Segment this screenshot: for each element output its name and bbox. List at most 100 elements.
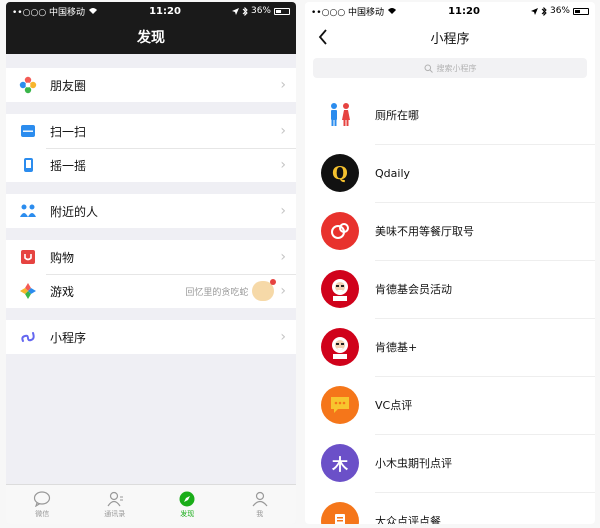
scan-icon [18, 121, 38, 141]
shake-icon [18, 155, 38, 175]
tab-contacts[interactable]: 通讯录 [79, 485, 152, 524]
games-icon [18, 281, 38, 301]
tab-label: 我 [256, 509, 264, 518]
mini-program-icon [18, 327, 38, 347]
battery-percent: 36% [549, 6, 570, 16]
carrier-label: ••○○○ 中国移动 [311, 7, 385, 18]
chevron-right-icon: › [280, 123, 286, 139]
cell-label: 游戏 [50, 284, 75, 299]
mini-program-name: 肯德基+ [375, 341, 418, 354]
status-time: 11:20 [149, 5, 181, 17]
shopping-icon [18, 247, 38, 267]
toilet-logo [321, 96, 359, 134]
moments-icon [18, 75, 38, 95]
group-scan-shake: 扫一扫 › 摇一摇 › [6, 114, 296, 182]
discover-icon [179, 491, 195, 506]
cell-shake[interactable]: 摇一摇 › [6, 148, 296, 182]
chevron-right-icon: › [280, 283, 286, 299]
battery-icon [573, 7, 589, 15]
list-item[interactable]: 肯德基会员活动 [305, 260, 595, 318]
qdaily-logo-text: Q [332, 162, 348, 184]
cell-scan[interactable]: 扫一扫 › [6, 114, 296, 148]
meiwei-logo [321, 212, 359, 250]
list-item[interactable]: 肯德基+ [305, 318, 595, 376]
status-time: 11:20 [448, 5, 480, 17]
nav-bar: 小程序 [305, 20, 595, 54]
cell-games[interactable]: 游戏 回忆里的贪吃蛇 › [6, 274, 296, 308]
vc-logo [321, 386, 359, 424]
cell-shopping[interactable]: 购物 › [6, 240, 296, 274]
screenshot-stage: ••○○○ 中国移动 11:20 36% 发现 朋友圈 › 扫一扫 › 摇一摇 … [0, 0, 600, 528]
mini-program-name: 美味不用等餐厅取号 [375, 225, 474, 238]
chevron-right-icon: › [280, 157, 286, 173]
list-item[interactable]: 厕所在哪 [305, 86, 595, 144]
list-item[interactable]: 美味不用等餐厅取号 [305, 202, 595, 260]
tab-label: 微信 [35, 509, 50, 518]
search-icon [424, 64, 433, 73]
search-input[interactable]: 搜索小程序 [313, 58, 587, 78]
contacts-icon [107, 491, 123, 506]
mini-program-name: VC点评 [375, 399, 413, 412]
discover-screen: ••○○○ 中国移动 11:20 36% 发现 朋友圈 › 扫一扫 › 摇一摇 … [6, 2, 296, 524]
list-item[interactable]: 大众点评点餐 [305, 492, 595, 524]
cell-mini-program[interactable]: 小程序 › [6, 320, 296, 354]
nav-bar: 发现 [6, 20, 296, 54]
mini-program-name: 肯德基会员活动 [375, 283, 452, 296]
xiaomuchong-logo: 木 [321, 444, 359, 482]
chevron-right-icon: › [280, 329, 286, 345]
cell-label: 朋友圈 [50, 78, 87, 93]
tab-bar: 微信 通讯录 发现 我 [6, 484, 296, 524]
carrier-label: ••○○○ 中国移动 [12, 7, 86, 18]
group-shop-games: 购物 › 游戏 回忆里的贪吃蛇 › [6, 240, 296, 308]
kfc-logo [321, 270, 359, 308]
list-item[interactable]: VC点评 [305, 376, 595, 434]
search-placeholder: 搜索小程序 [436, 63, 477, 73]
battery-percent: 36% [250, 6, 271, 16]
back-arrow-icon[interactable] [313, 27, 333, 47]
chats-icon [34, 490, 51, 507]
location-icon [231, 7, 239, 15]
mini-program-screen: ••○○○ 中国移动 11:20 36% 小程序 搜索小程序 厕所在哪 Q Qd… [305, 2, 595, 524]
cell-moments[interactable]: 朋友圈 › [6, 68, 296, 102]
cell-label: 小程序 [50, 330, 87, 345]
status-bar: ••○○○ 中国移动 11:20 36% [305, 2, 595, 20]
battery-icon [274, 7, 290, 15]
cell-label: 扫一扫 [50, 124, 87, 139]
group-nearby: 附近的人 › [6, 194, 296, 228]
tab-discover[interactable]: 发现 [151, 485, 224, 524]
search-area: 搜索小程序 [305, 54, 595, 86]
status-bar: ••○○○ 中国移动 11:20 36% [6, 2, 296, 20]
group-moments: 朋友圈 › [6, 68, 296, 102]
chevron-right-icon: › [280, 203, 286, 219]
page-title: 小程序 [430, 31, 470, 47]
chevron-right-icon: › [280, 77, 286, 93]
group-mini-program: 小程序 › [6, 320, 296, 354]
mini-program-name: 厕所在哪 [375, 109, 419, 122]
location-icon [530, 7, 538, 15]
cell-label: 购物 [50, 250, 75, 265]
cell-label: 摇一摇 [50, 158, 87, 173]
mini-program-list: 厕所在哪 Q Qdaily 美味不用等餐厅取号 肯德基会员活动 肯德基+ VC点… [305, 86, 595, 524]
mini-program-name: 小木虫期刊点评 [375, 457, 452, 470]
tab-label: 发现 [180, 509, 195, 518]
wifi-icon [89, 8, 98, 14]
cell-people-nearby[interactable]: 附近的人 › [6, 194, 296, 228]
bluetooth-icon [541, 6, 547, 16]
tab-label: 通讯录 [104, 509, 126, 518]
xiaomuchong-logo-text: 木 [331, 455, 348, 474]
people-nearby-icon [18, 201, 38, 221]
list-item[interactable]: 木 小木虫期刊点评 [305, 434, 595, 492]
dianping-logo [321, 502, 359, 524]
mini-program-name: Qdaily [375, 166, 411, 180]
me-icon [252, 491, 268, 506]
games-promo-text: 回忆里的贪吃蛇 [185, 287, 249, 298]
tab-me[interactable]: 我 [224, 485, 297, 524]
qdaily-logo: Q [321, 154, 359, 192]
chevron-right-icon: › [280, 249, 286, 265]
list-item[interactable]: Q Qdaily [305, 144, 595, 202]
wifi-icon [388, 8, 397, 14]
cell-label: 附近的人 [50, 204, 99, 219]
mini-program-name: 大众点评点餐 [375, 515, 441, 524]
tab-chats[interactable]: 微信 [6, 485, 79, 524]
game-avatar [252, 279, 277, 301]
